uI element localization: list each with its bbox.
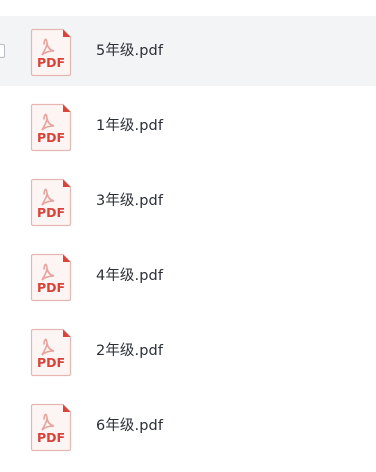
pdf-file-icon: PDF [30,403,72,452]
pdf-icon-label: PDF [37,205,65,220]
pdf-file-icon: PDF [30,103,72,152]
file-name[interactable]: 5年级.pdf [96,41,163,61]
pdf-file-icon: PDF [30,178,72,227]
pdf-file-icon: PDF [30,253,72,302]
file-row[interactable]: PDF 3年级.pdf [0,166,376,236]
file-row[interactable]: PDF 5年级.pdf [0,16,376,86]
pdf-icon-label: PDF [37,355,65,370]
file-row[interactable]: PDF 2年级.pdf [0,316,376,386]
pdf-icon-label: PDF [37,280,65,295]
file-list: PDF 5年级.pdf PDF 1年级.pdf PDF 3年级.pdf PDF … [0,0,376,472]
file-name[interactable]: 6年级.pdf [96,416,163,436]
file-row[interactable]: PDF 4年级.pdf [0,241,376,311]
file-name[interactable]: 1年级.pdf [96,116,163,136]
file-row[interactable]: PDF 1年级.pdf [0,91,376,161]
pdf-file-icon: PDF [30,28,72,77]
pdf-file-icon: PDF [30,328,72,377]
pdf-icon-label: PDF [37,130,65,145]
pdf-icon-label: PDF [37,430,65,445]
pdf-icon-label: PDF [37,55,65,70]
file-name[interactable]: 2年级.pdf [96,341,163,361]
file-name[interactable]: 3年级.pdf [96,191,163,211]
file-name[interactable]: 4年级.pdf [96,266,163,286]
row-checkbox[interactable] [0,44,5,58]
file-row[interactable]: PDF 6年级.pdf [0,391,376,461]
